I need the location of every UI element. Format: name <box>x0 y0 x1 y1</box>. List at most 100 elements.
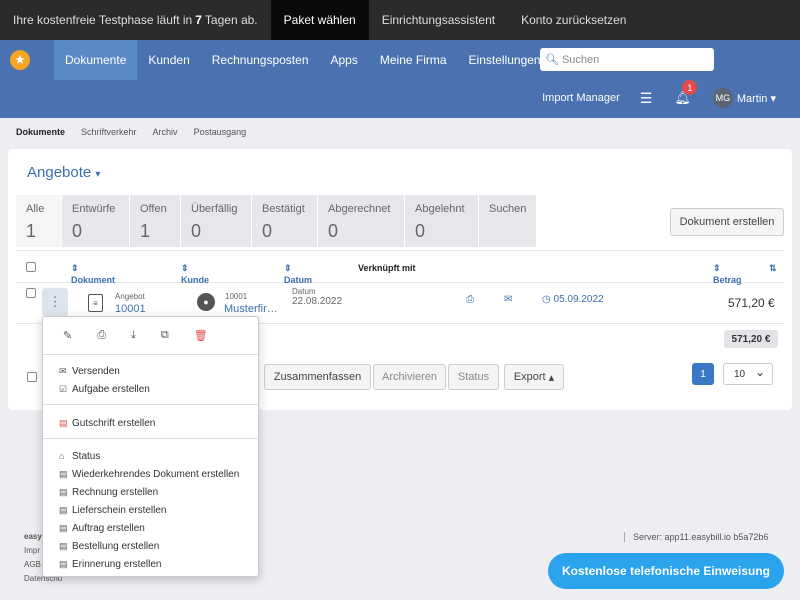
page-title: Angebote <box>27 164 92 181</box>
export-button[interactable]: Export ▴ <box>504 364 564 390</box>
subnav-postausgang[interactable]: Postausgang <box>194 127 247 137</box>
date-label: Datum <box>292 287 316 296</box>
search-box: 🔍︎ <box>540 48 714 71</box>
menu-label: Lieferschein erstellen <box>72 504 167 516</box>
document-icon: ▤ <box>59 540 68 551</box>
menu-label: Auftrag erstellen <box>72 522 145 534</box>
export-label: Export <box>513 371 546 383</box>
trash-icon[interactable]: 🗑︎ <box>194 329 208 342</box>
archive-button[interactable]: Archivieren <box>373 364 446 390</box>
copy-icon[interactable]: ⧉ <box>161 329 169 342</box>
import-manager-link[interactable]: Import Manager <box>542 92 620 104</box>
document-type-dropdown[interactable]: Angebote ▾ <box>27 164 100 181</box>
tab-ueberfaellig[interactable]: Überfällig 0 <box>180 195 251 247</box>
doc-number-link[interactable]: 10001 <box>115 303 146 315</box>
page-1-button[interactable]: 1 <box>692 363 714 385</box>
nav-rechnungsposten[interactable]: Rechnungsposten <box>201 40 320 80</box>
menu-item-rechnung[interactable]: ▤ Rechnung erstellen <box>43 483 258 501</box>
envelope-icon[interactable]: ✉ <box>504 294 512 305</box>
table-header: Dokument ⇕ Kunde ⇕ Datum ⇕ Verknüpft mit… <box>16 250 784 285</box>
tab-offen[interactable]: Offen 1 <box>129 195 180 247</box>
logo[interactable]: ★ <box>0 40 54 80</box>
tab-label: Abgerechnet <box>328 203 391 215</box>
subnav-dokumente[interactable]: Dokumente <box>16 127 65 137</box>
phone-onboarding-button[interactable]: Kostenlose telefonische Einweisung <box>548 553 784 589</box>
tab-bestaetigt[interactable]: Bestätigt 0 <box>251 195 317 247</box>
avatar[interactable]: MG <box>712 88 733 108</box>
menu-item-status[interactable]: ⌂ Status <box>43 447 258 465</box>
due-date-text: 05.09.2022 <box>553 294 604 305</box>
customer-name-link[interactable]: Musterfir… <box>224 303 278 315</box>
document-icon: ▤ <box>59 486 68 497</box>
sub-navigation: Dokumente Schriftverkehr Archiv Postausg… <box>16 127 246 137</box>
choose-plan-link[interactable]: Paket wählen <box>270 0 369 40</box>
document-icon: ≡ <box>88 294 103 312</box>
sort-date[interactable]: Datum ⇕ <box>284 263 312 285</box>
task-list-icon[interactable]: ☰ <box>640 90 653 107</box>
nav-apps[interactable]: Apps <box>320 40 369 80</box>
trial-days: 7 <box>195 13 202 27</box>
status-button[interactable]: Status <box>448 364 499 390</box>
sort-customer[interactable]: Kunde ⇕ <box>181 263 209 285</box>
per-page-select[interactable]: 10 <box>723 363 773 385</box>
search-icon: 🔍︎ <box>545 54 559 66</box>
tab-label: Entwürfe <box>72 203 116 215</box>
menu-item-auftrag[interactable]: ▤ Auftrag erstellen <box>43 519 258 537</box>
row-menu-button[interactable]: ⋮ <box>42 288 68 316</box>
tab-count: 0 <box>72 221 83 241</box>
tab-label: Bestätigt <box>262 203 305 215</box>
row-checkbox[interactable] <box>26 288 36 298</box>
nav-dokumente[interactable]: Dokumente <box>54 40 138 80</box>
menu-item-aufgabe[interactable]: ☑ Aufgabe erstellen <box>43 380 258 398</box>
checkbox-icon: ☑ <box>59 383 68 394</box>
user-menu[interactable]: Martin ▾ <box>737 92 776 105</box>
row-amount: 571,20 € <box>728 296 775 310</box>
trial-bar: Ihre kostenfreie Testphase läuft in 7 Ta… <box>0 0 800 40</box>
caret-down-icon: ▾ <box>95 169 101 180</box>
print-icon[interactable]: ⎙ <box>466 294 474 305</box>
customer-number: 10001 <box>225 292 248 301</box>
download-icon[interactable]: ⤓ <box>131 329 136 342</box>
search-input[interactable] <box>561 53 712 66</box>
nav-einstellungen[interactable]: Einstellungen <box>458 40 552 80</box>
nav-meine-firma[interactable]: Meine Firma <box>369 40 458 80</box>
edit-icon[interactable]: ✎ <box>63 329 72 342</box>
menu-label: Aufgabe erstellen <box>72 383 150 395</box>
subnav-schriftverkehr[interactable]: Schriftverkehr <box>81 127 137 137</box>
tab-abgelehnt[interactable]: Abgelehnt 0 <box>404 195 478 247</box>
tab-entwuerfe[interactable]: Entwürfe 0 <box>61 195 129 247</box>
tab-alle[interactable]: Alle 1 <box>16 195 61 247</box>
tab-count: 1 <box>140 221 151 241</box>
tab-label: Offen <box>140 203 167 215</box>
nav-kunden[interactable]: Kunden <box>137 40 200 80</box>
tab-label: Suchen <box>489 203 527 215</box>
sort-direction-icon[interactable]: ⇅ <box>769 263 777 274</box>
summarize-button[interactable]: Zusammenfassen <box>264 364 371 390</box>
menu-item-bestellung[interactable]: ▤ Bestellung erstellen <box>43 537 258 555</box>
menu-item-versenden[interactable]: ✉ Versenden <box>43 362 258 380</box>
tab-label: Alle <box>26 203 45 215</box>
bulk-select-checkbox[interactable] <box>27 372 37 382</box>
print-icon[interactable]: ⎙ <box>97 329 106 342</box>
menu-item-erinnerung[interactable]: ▤ Erinnerung erstellen <box>43 555 258 573</box>
tab-label: Abgelehnt <box>415 203 465 215</box>
sort-document[interactable]: Dokument ⇕ <box>71 263 115 285</box>
create-document-button[interactable]: Dokument erstellen <box>670 208 784 236</box>
document-icon: ▤ <box>59 522 68 533</box>
envelope-icon: ✉ <box>59 365 67 376</box>
menu-item-wiederkehrend[interactable]: ▤ Wiederkehrendes Dokument erstellen <box>43 465 258 483</box>
bell-icon[interactable]: 🔔︎ 1 <box>674 80 698 106</box>
tab-count: 0 <box>191 221 202 241</box>
total-amount: 571,20 € <box>724 330 778 348</box>
sort-amount[interactable]: Betrag ⇕ <box>713 263 742 285</box>
user-name: Martin <box>736 92 768 105</box>
setup-assistant-link[interactable]: Einrichtungsassistent <box>369 0 508 40</box>
subnav-archiv[interactable]: Archiv <box>153 127 178 137</box>
due-date[interactable]: ◷ 05.09.2022 <box>542 294 604 305</box>
tab-abgerechnet[interactable]: Abgerechnet 0 <box>317 195 404 247</box>
reset-account-link[interactable]: Konto zurücksetzen <box>508 0 639 40</box>
menu-item-gutschrift[interactable]: ▤ Gutschrift erstellen <box>43 414 258 432</box>
tab-suchen[interactable]: Suchen <box>478 195 536 247</box>
select-all-checkbox[interactable] <box>26 262 36 272</box>
menu-item-lieferschein[interactable]: ▤ Lieferschein erstellen <box>43 501 258 519</box>
